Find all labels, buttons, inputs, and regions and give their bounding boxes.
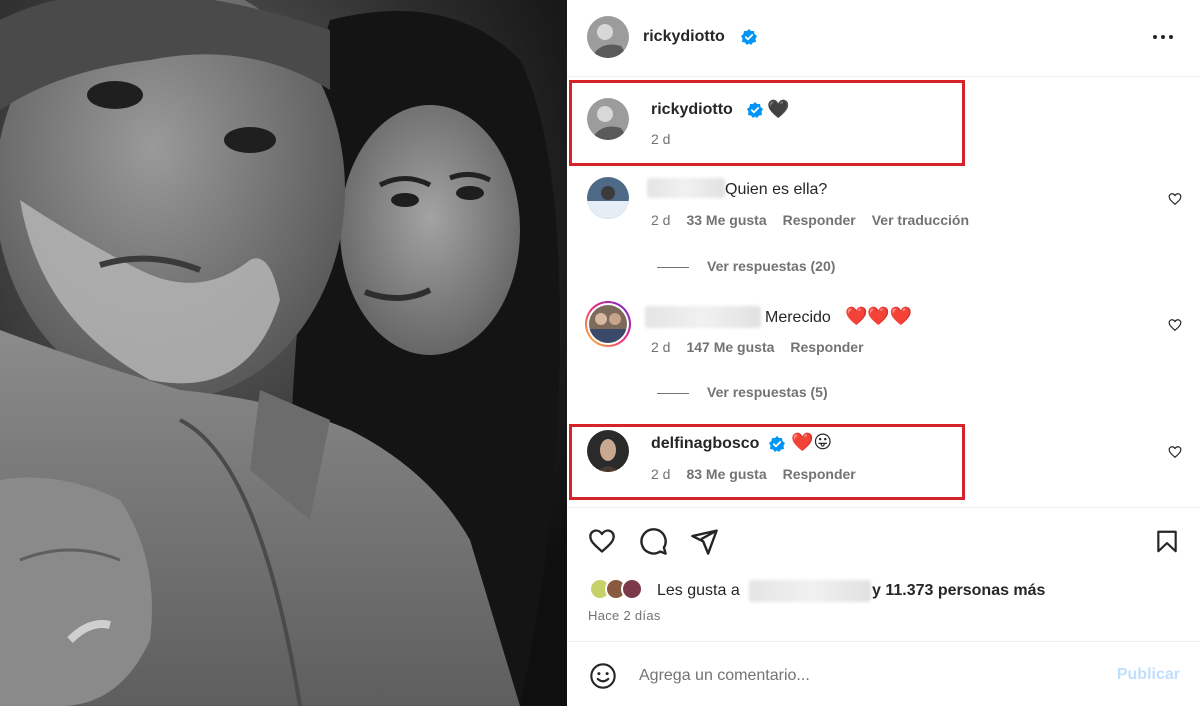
view-replies-link[interactable]: Ver respuestas (5) <box>657 384 828 400</box>
view-replies-label: Ver respuestas (20) <box>707 258 836 274</box>
reply-link[interactable]: Responder <box>790 339 863 355</box>
view-replies-link[interactable]: Ver respuestas (20) <box>657 258 835 274</box>
translate-link[interactable]: Ver traducción <box>872 212 969 228</box>
highlight-box <box>569 80 965 166</box>
view-replies-label: Ver respuestas (5) <box>707 384 828 400</box>
blurred-username <box>749 580 871 602</box>
comment-likes[interactable]: 33 Me gusta <box>686 212 766 228</box>
share-icon[interactable] <box>690 527 719 556</box>
like-comment-heart-icon[interactable] <box>1168 192 1182 206</box>
more-horizontal-icon[interactable] <box>1152 27 1174 47</box>
comment-text: Merecido <box>765 309 831 326</box>
blurred-username <box>647 178 725 198</box>
comment-time: 2 d <box>651 339 671 355</box>
highlight-box <box>569 424 965 500</box>
bookmark-icon[interactable] <box>1154 527 1180 556</box>
smiley-icon[interactable] <box>589 662 617 690</box>
comment-meta: 2 d 33 Me gusta Responder Ver traducción <box>651 212 985 228</box>
post-detail-panel: rickydiotto rickydiotto 🖤 2 d Quien es e… <box>567 0 1200 706</box>
replies-line <box>657 266 689 268</box>
comment-text: Quien es ella? <box>725 181 828 198</box>
post-header: rickydiotto <box>567 0 1200 77</box>
reply-link[interactable]: Responder <box>783 212 856 228</box>
header-username[interactable]: rickydiotto <box>643 28 725 46</box>
avatar[interactable] <box>585 301 631 347</box>
like-comment-heart-icon[interactable] <box>1168 318 1182 332</box>
divider <box>567 641 1200 642</box>
avatar[interactable] <box>587 16 629 58</box>
comment-likes[interactable]: 147 Me gusta <box>686 339 774 355</box>
liked-by-avatars[interactable] <box>589 578 653 602</box>
blurred-username <box>645 306 761 328</box>
post-time-ago: Hace 2 días <box>588 608 661 623</box>
divider <box>567 507 1200 508</box>
comment-time: 2 d <box>651 212 671 228</box>
post-photo <box>0 0 567 706</box>
verified-badge-icon <box>741 29 757 45</box>
heart-icon[interactable] <box>587 527 617 555</box>
likes-count: y 11.373 personas más <box>872 582 1046 599</box>
comment-emoji: ❤️❤️❤️ <box>845 306 913 326</box>
comment-icon[interactable] <box>639 527 668 556</box>
comment-input[interactable] <box>639 664 1099 688</box>
avatar <box>621 578 643 600</box>
avatar[interactable] <box>587 177 629 219</box>
publish-button[interactable]: Publicar <box>1117 666 1180 684</box>
comment-meta: 2 d 147 Me gusta Responder <box>651 339 880 355</box>
likes-suffix[interactable]: y 11.373 personas más <box>872 582 1045 600</box>
like-comment-heart-icon[interactable] <box>1168 445 1182 459</box>
replies-line <box>657 392 689 394</box>
likes-prefix: Les gusta a <box>657 582 740 599</box>
